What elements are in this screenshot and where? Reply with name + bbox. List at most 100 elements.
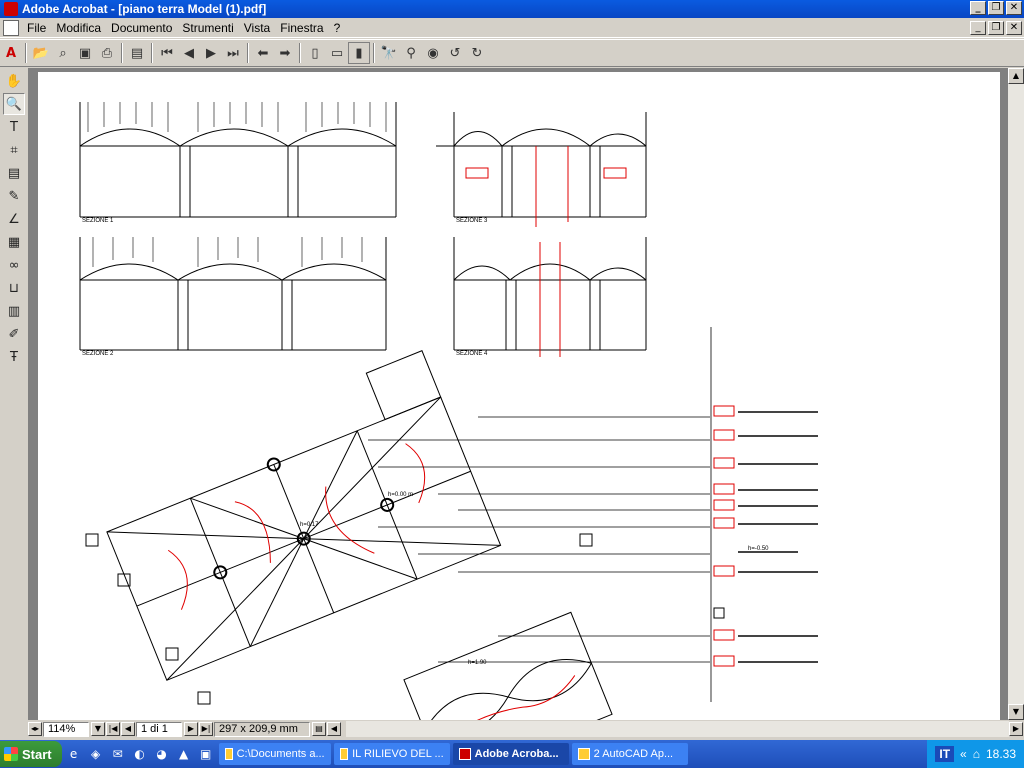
- note-tool-icon[interactable]: ▤: [3, 162, 25, 184]
- vaulted-room-drawing: [403, 611, 613, 720]
- section-drawing-2: [79, 237, 387, 351]
- task-acrobat[interactable]: Adobe Acroba...: [452, 743, 569, 765]
- text-select-icon[interactable]: T: [3, 116, 25, 138]
- page-size-field: 297 x 209,9 mm: [214, 721, 310, 737]
- acrobat-logo-icon: A: [5, 45, 17, 61]
- menu-vista[interactable]: Vista: [244, 21, 270, 35]
- menu-finestra[interactable]: Finestra: [280, 21, 323, 35]
- height-label-4: h=1.90: [468, 660, 487, 666]
- legend-leaders: [368, 327, 712, 702]
- scroll-down-button[interactable]: ▼: [1008, 704, 1024, 720]
- legend-text-lines: [738, 411, 818, 663]
- article-tool-icon[interactable]: ⊔: [3, 277, 25, 299]
- menu-documento[interactable]: Documento: [111, 21, 172, 35]
- height-label-3: h=-0.50: [748, 546, 769, 552]
- taskbar: Start e ◈ ✉ ◐ ◕ ▲ ▣ C:\Documents a... IL…: [0, 740, 1024, 768]
- page-layout-icon[interactable]: ▤: [312, 722, 326, 736]
- main-toolbar: A 📂 ⌕ ▣ ⎙ ▤ ⏮ ◀ ▶ ⏭ ⬅ ➡ ▯ ▭ ▮ 🔭 ⚲ ◉ ↺ ↻: [0, 39, 1024, 67]
- prev-page-button[interactable]: ◀: [121, 722, 135, 736]
- window-title: Adobe Acrobat - [piano terra Model (1).p…: [22, 2, 267, 16]
- language-indicator[interactable]: IT: [935, 746, 955, 762]
- link-tool-icon[interactable]: ∞: [3, 254, 25, 276]
- go-forward-icon[interactable]: ➡: [274, 42, 296, 64]
- pencil-tool-icon[interactable]: ✎: [3, 185, 25, 207]
- save-icon[interactable]: ▣: [74, 42, 96, 64]
- fit-width-icon[interactable]: ▮: [348, 42, 370, 64]
- first-page-button[interactable]: |◀: [106, 722, 120, 736]
- scroll-up-button[interactable]: ▲: [1008, 68, 1024, 84]
- search-icon[interactable]: ⚲: [400, 42, 422, 64]
- task-word[interactable]: IL RILIEVO DEL ...: [333, 743, 450, 765]
- messenger-icon[interactable]: ◕: [152, 744, 172, 764]
- menu-strumenti[interactable]: Strumenti: [182, 21, 233, 35]
- title-bar: Adobe Acrobat - [piano terra Model (1).p…: [0, 0, 1024, 18]
- menu-modifica[interactable]: Modifica: [56, 21, 101, 35]
- document-icon[interactable]: [3, 19, 19, 36]
- next-page-icon[interactable]: ▶: [200, 42, 222, 64]
- crop-tool-icon[interactable]: ⌗: [3, 139, 25, 161]
- menu-bar: File Modifica Documento Strumenti Vista …: [0, 18, 1024, 38]
- open-icon[interactable]: 📂: [30, 42, 52, 64]
- clock[interactable]: 18.33: [986, 747, 1016, 761]
- horizontal-scrollbar[interactable]: [346, 721, 1009, 737]
- doc-close-button[interactable]: ✕: [1006, 21, 1022, 35]
- previous-page-icon[interactable]: ◀: [178, 42, 200, 64]
- highlight-tool-icon[interactable]: ∠: [3, 208, 25, 230]
- height-label-1: h=0.00 m: [388, 492, 413, 498]
- status-bar: ◂▸ 114% ▼ |◀ ◀ 1 di 1 ▶ ▶| 297 x 209,9 m…: [28, 720, 1024, 738]
- section-label-3: SEZIONE 3: [456, 218, 488, 224]
- actual-size-icon[interactable]: ▯: [304, 42, 326, 64]
- zoom-arrows-icon[interactable]: ◂▸: [28, 722, 42, 736]
- doc-minimize-button[interactable]: _: [970, 21, 986, 35]
- last-page-button[interactable]: ▶|: [199, 722, 213, 736]
- hscroll-left-button[interactable]: ◀: [327, 722, 341, 736]
- tray-expand-icon[interactable]: «: [960, 747, 967, 761]
- next-page-button[interactable]: ▶: [184, 722, 198, 736]
- media-icon[interactable]: ◐: [130, 744, 150, 764]
- explorer-icon[interactable]: ◈: [86, 744, 106, 764]
- task-autocad[interactable]: 2 AutoCAD Ap...: [571, 743, 688, 765]
- rotate-left-icon[interactable]: ↺: [444, 42, 466, 64]
- outlook-icon[interactable]: ✉: [108, 744, 128, 764]
- touchup-object-icon[interactable]: ✐: [3, 323, 25, 345]
- pdf-page: SEZIONE 1 SEZIONE 2 SEZIONE 3 SEZIONE 4 …: [38, 72, 1000, 720]
- fit-page-icon[interactable]: ▭: [326, 42, 348, 64]
- ie-icon[interactable]: e: [64, 744, 84, 764]
- page-field[interactable]: 1 di 1: [136, 721, 182, 737]
- autocad-icon[interactable]: ▲: [174, 744, 194, 764]
- section-label-4: SEZIONE 4: [456, 351, 488, 357]
- close-button[interactable]: ✕: [1006, 1, 1022, 15]
- rotate-right-icon[interactable]: ↻: [466, 42, 488, 64]
- find-icon[interactable]: 🔭: [378, 42, 400, 64]
- form-tool-icon[interactable]: ▥: [3, 300, 25, 322]
- show-navigation-icon[interactable]: ▤: [126, 42, 148, 64]
- restore-button[interactable]: ❐: [988, 1, 1004, 15]
- document-area[interactable]: SEZIONE 1 SEZIONE 2 SEZIONE 3 SEZIONE 4 …: [28, 68, 1008, 720]
- doc-restore-button[interactable]: ❐: [988, 21, 1004, 35]
- start-button[interactable]: Start: [0, 741, 62, 767]
- show-desktop-icon[interactable]: ▣: [196, 744, 216, 764]
- touchup-text-icon[interactable]: Ŧ: [3, 346, 25, 368]
- minimize-button[interactable]: _: [970, 1, 986, 15]
- menu-help[interactable]: ?: [334, 21, 341, 35]
- menu-file[interactable]: File: [27, 21, 46, 35]
- zoom-dropdown-button[interactable]: ▼: [91, 722, 105, 736]
- height-label-2: h=0.17: [300, 522, 319, 528]
- zoom-field[interactable]: 114%: [43, 721, 89, 737]
- vertical-scrollbar[interactable]: ▲ ▼: [1008, 68, 1024, 720]
- task-explorer[interactable]: C:\Documents a...: [218, 743, 331, 765]
- network-icon[interactable]: ⌂: [973, 747, 980, 761]
- web-capture-icon[interactable]: ◉: [422, 42, 444, 64]
- hand-tool-icon[interactable]: ✋: [3, 70, 25, 92]
- section-drawing-3: [436, 112, 647, 227]
- first-page-icon[interactable]: ⏮: [156, 42, 178, 64]
- movie-tool-icon[interactable]: ▦: [3, 231, 25, 253]
- system-tray: IT « ⌂ 18.33: [927, 740, 1024, 768]
- last-page-icon[interactable]: ⏭: [222, 42, 244, 64]
- print-icon[interactable]: ⎙: [96, 42, 118, 64]
- open-web-icon[interactable]: ⌕: [52, 42, 74, 64]
- zoom-tool-icon[interactable]: 🔍: [3, 93, 25, 115]
- tools-palette: ✋ 🔍 T ⌗ ▤ ✎ ∠ ▦ ∞ ⊔ ▥ ✐ Ŧ: [0, 68, 28, 718]
- hscroll-right-button[interactable]: ▶: [1009, 722, 1023, 736]
- go-back-icon[interactable]: ⬅: [252, 42, 274, 64]
